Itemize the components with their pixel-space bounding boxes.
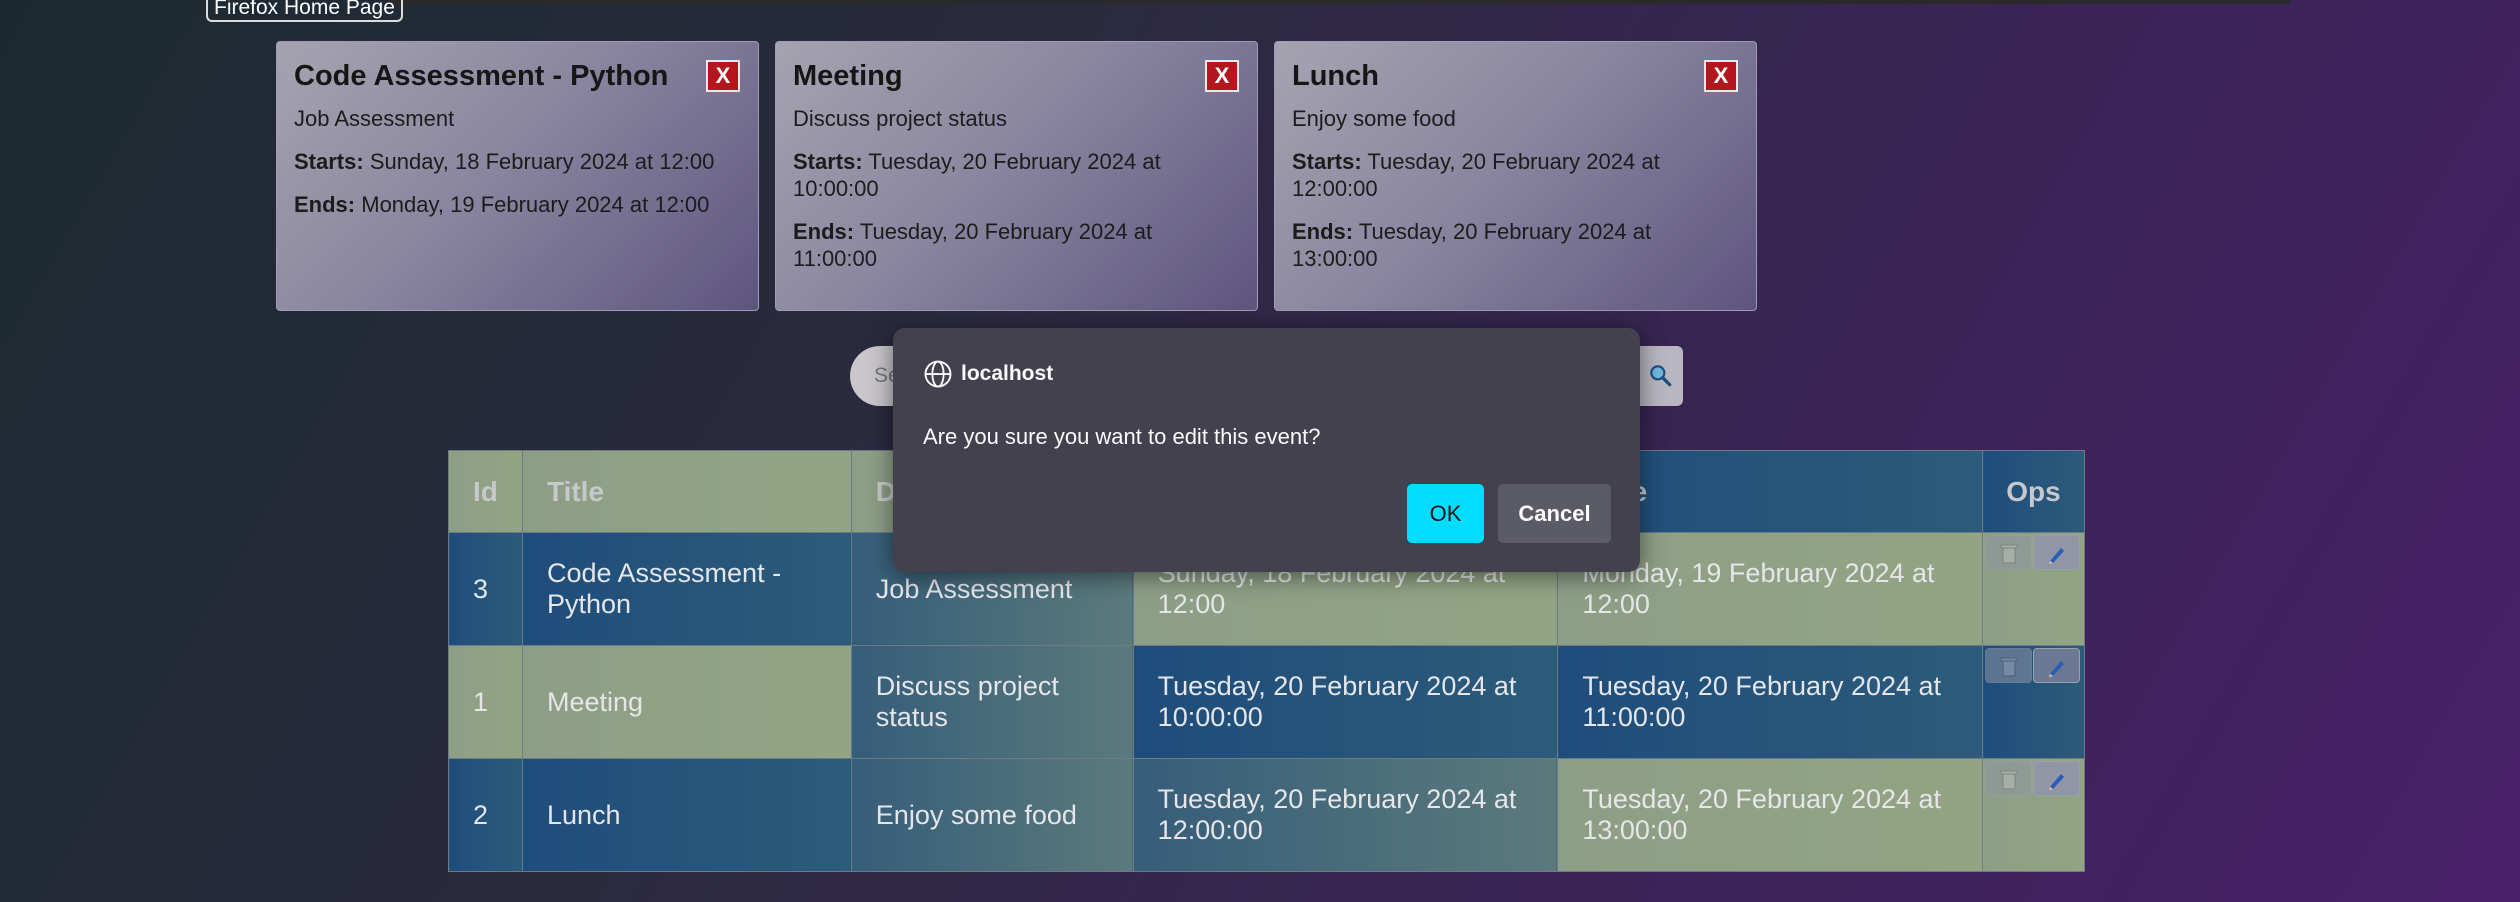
browser-top-strip	[390, 0, 2290, 4]
confirm-dialog: localhost Are you sure you want to edit …	[893, 328, 1640, 572]
event-card-title: Meeting	[793, 60, 903, 92]
starts-label: Starts:	[294, 149, 364, 174]
ends-label: Ends:	[294, 192, 356, 217]
cell-ops	[1982, 532, 2085, 646]
event-card-ends: Ends: Tuesday, 20 February 2024 at 13:00…	[1292, 218, 1739, 272]
event-card-starts: Starts: Sunday, 18 February 2024 at 12:0…	[294, 148, 741, 175]
trash-icon	[2000, 657, 2018, 677]
ends-label: Ends:	[793, 219, 855, 244]
edit-button[interactable]	[2033, 761, 2081, 796]
cell-id: 2	[448, 758, 523, 872]
search-icon	[1649, 365, 1671, 387]
pencil-icon	[2048, 661, 2064, 677]
delete-button[interactable]	[1985, 648, 2033, 683]
dialog-origin: localhost	[961, 362, 1054, 385]
table-row: 1 Meeting Discuss project status Tuesday…	[448, 645, 2085, 759]
search-button[interactable]	[1636, 346, 1683, 406]
event-card-close-button[interactable]: X	[1205, 60, 1239, 92]
event-card-starts: Starts: Tuesday, 20 February 2024 at 10:…	[793, 148, 1240, 202]
dialog-message: Are you sure you want to edit this event…	[923, 424, 1321, 449]
event-card-ends: Ends: Tuesday, 20 February 2024 at 11:00…	[793, 218, 1240, 272]
event-card-ends: Ends: Monday, 19 February 2024 at 12:00	[294, 191, 741, 218]
edit-button[interactable]	[2033, 648, 2081, 683]
table-row: 2 Lunch Enjoy some food Tuesday, 20 Febr…	[448, 758, 2085, 872]
event-card-description: Job Assessment	[294, 106, 455, 131]
cell-id: 1	[448, 645, 523, 759]
cell-title: Lunch	[521, 758, 852, 872]
ends-value: Monday, 19 February 2024 at 12:00	[361, 192, 710, 217]
header-id[interactable]: Id	[448, 450, 523, 533]
event-card-starts: Starts: Tuesday, 20 February 2024 at 12:…	[1292, 148, 1739, 202]
cell-end: Tuesday, 20 February 2024 at 11:00:00	[1557, 645, 1984, 759]
event-card-title: Lunch	[1292, 60, 1379, 92]
edit-button[interactable]	[2033, 535, 2081, 570]
pencil-icon	[2048, 774, 2064, 790]
ok-button[interactable]: OK	[1407, 484, 1484, 543]
cell-ops	[1982, 758, 2085, 872]
header-title[interactable]: Title	[521, 450, 852, 533]
cell-end: Tuesday, 20 February 2024 at 13:00:00	[1557, 758, 1984, 872]
trash-icon	[2000, 770, 2018, 790]
delete-button[interactable]	[1985, 535, 2033, 570]
starts-label: Starts:	[793, 149, 863, 174]
cell-description: Enjoy some food	[850, 758, 1134, 872]
cell-title: Code Assessment - Python	[521, 532, 852, 646]
cell-start: Tuesday, 20 February 2024 at 10:00:00	[1132, 645, 1559, 759]
event-card: Lunch X Enjoy some food Starts: Tuesday,…	[1274, 41, 1757, 311]
event-card-title: Code Assessment - Python	[294, 60, 669, 92]
delete-button[interactable]	[1985, 761, 2033, 796]
event-card: Meeting X Discuss project status Starts:…	[775, 41, 1258, 311]
event-card-close-button[interactable]: X	[706, 60, 740, 92]
cell-ops	[1982, 645, 2085, 759]
event-card-description: Enjoy some food	[1292, 106, 1456, 131]
event-card: Code Assessment - Python X Job Assessmen…	[276, 41, 759, 311]
cell-description: Discuss project status	[850, 645, 1134, 759]
header-ops: Ops	[1982, 450, 2085, 533]
cell-id: 3	[448, 532, 523, 646]
starts-label: Starts:	[1292, 149, 1362, 174]
event-card-description: Discuss project status	[793, 106, 1007, 131]
trash-icon	[2000, 544, 2018, 564]
cell-title: Meeting	[521, 645, 852, 759]
globe-icon	[924, 360, 952, 388]
firefox-home-link[interactable]: Firefox Home Page	[206, 0, 403, 22]
event-card-close-button[interactable]: X	[1704, 60, 1738, 92]
starts-value: Sunday, 18 February 2024 at 12:00	[369, 149, 715, 174]
cell-start: Tuesday, 20 February 2024 at 12:00:00	[1132, 758, 1559, 872]
pencil-icon	[2048, 548, 2064, 564]
dialog-header: localhost	[923, 359, 1053, 389]
ends-label: Ends:	[1292, 219, 1354, 244]
cancel-button[interactable]: Cancel	[1498, 484, 1611, 543]
